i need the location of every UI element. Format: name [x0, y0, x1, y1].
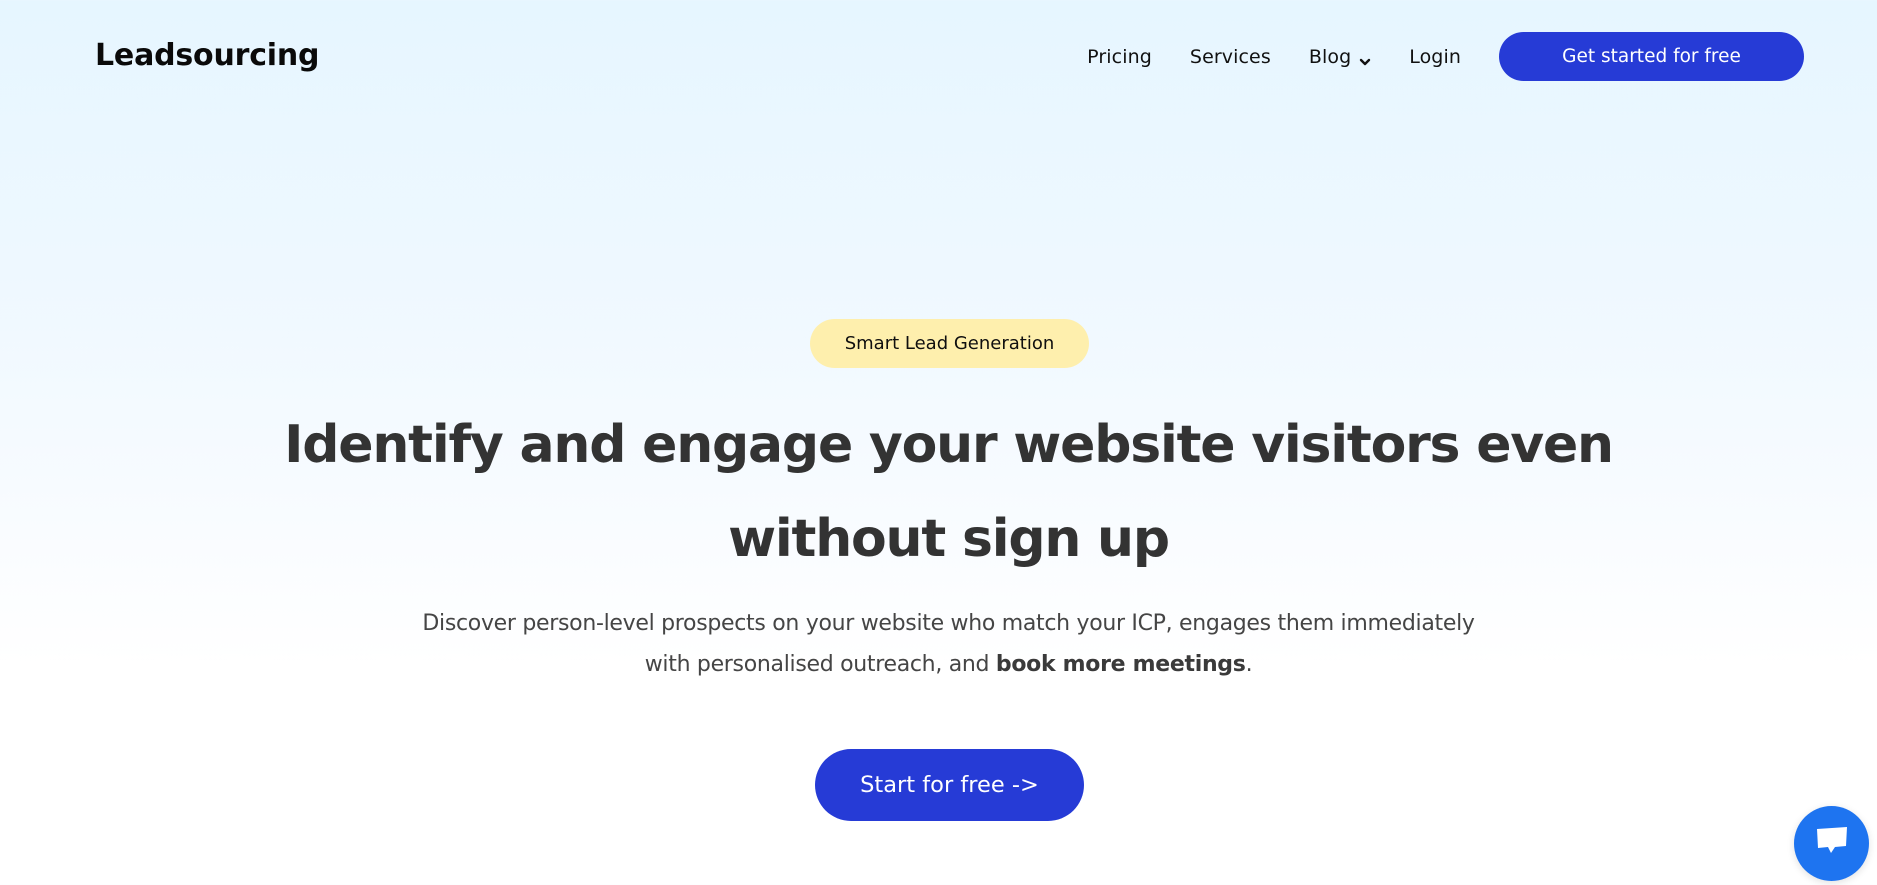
subtext-emphasis: book more meetings — [995, 652, 1246, 677]
chat-bubble-icon — [1814, 825, 1850, 862]
nav-pricing-label: Pricing — [1087, 45, 1152, 68]
nav-pricing[interactable]: Pricing — [1087, 46, 1152, 68]
nav-services-label: Services — [1189, 45, 1271, 68]
hero-headline: Identify and engage your website visitor… — [0, 398, 1877, 586]
start-for-free-button[interactable]: Start for free -> — [815, 749, 1084, 821]
hero-badge: Smart Lead Generation — [810, 319, 1089, 368]
nav-login[interactable]: Login — [1409, 46, 1461, 68]
chat-launcher-button[interactable] — [1794, 806, 1869, 881]
headline-line-2: without sign up — [728, 509, 1170, 569]
logo[interactable]: Leadsourcing — [95, 36, 320, 76]
main-nav: Pricing Services Blog Login Get started … — [1087, 32, 1804, 81]
subtext-line-1: Discover person-level prospects on your … — [422, 611, 1475, 636]
nav-blog-label: Blog — [1308, 45, 1352, 68]
site-header: Leadsourcing Pricing Services Blog Login… — [0, 0, 1877, 112]
chevron-down-icon — [1359, 51, 1371, 65]
nav-login-label: Login — [1409, 45, 1461, 68]
nav-services[interactable]: Services — [1190, 46, 1271, 68]
hero-subtext: Discover person-level prospects on your … — [0, 603, 1877, 685]
headline-line-1: Identify and engage your website visitor… — [284, 415, 1614, 475]
nav-blog-dropdown[interactable]: Blog — [1309, 46, 1371, 68]
subtext-line-2-suffix: . — [1245, 652, 1253, 677]
get-started-button[interactable]: Get started for free — [1499, 32, 1804, 81]
subtext-line-2-prefix: with personalised outreach, and — [644, 652, 996, 677]
